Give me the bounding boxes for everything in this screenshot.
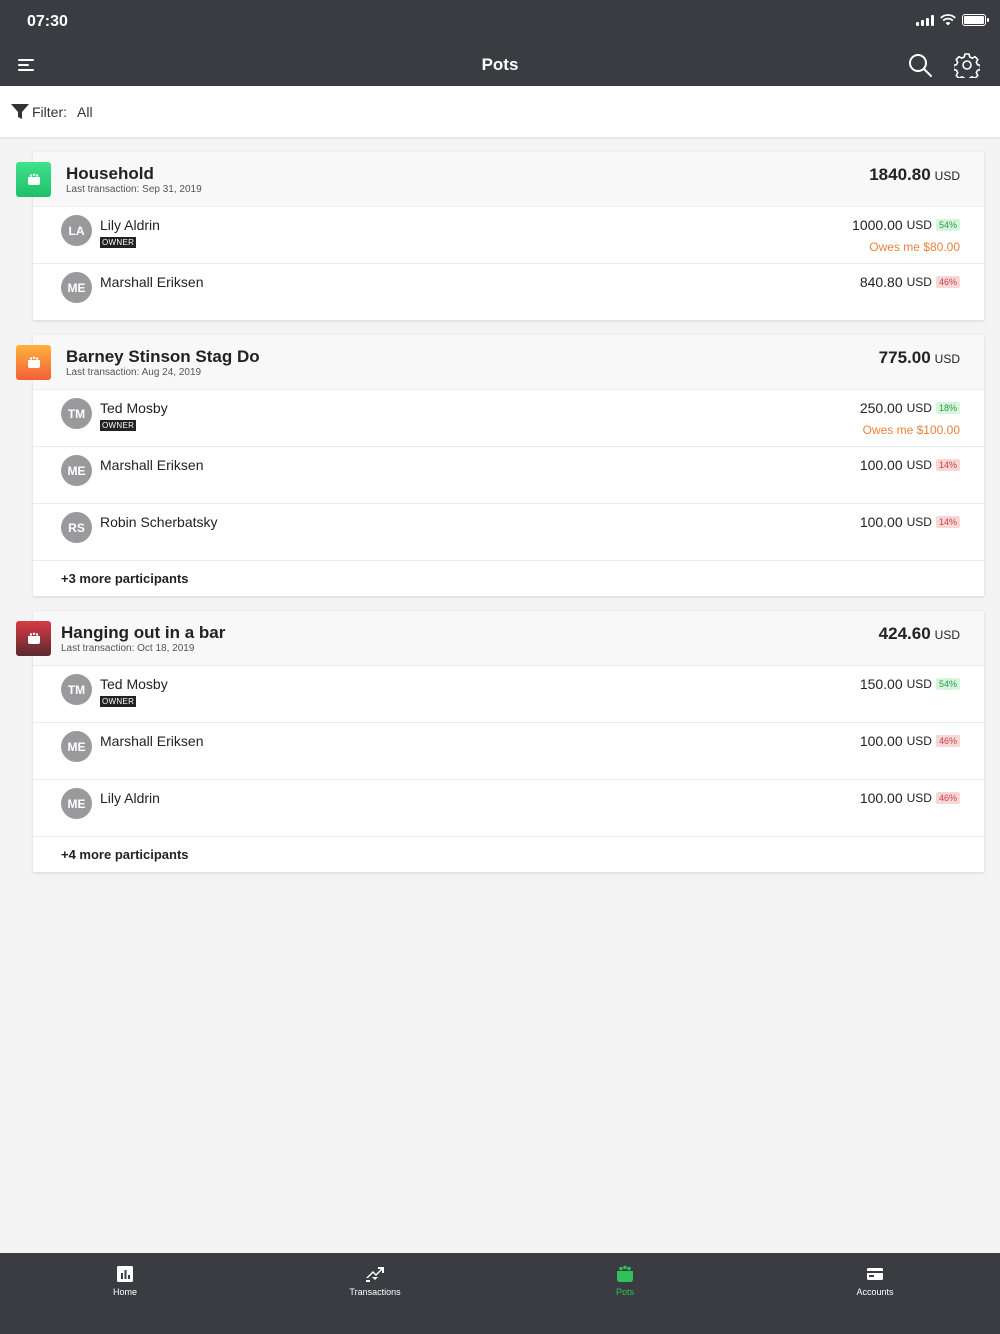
participant-name: Ted Mosby: [100, 676, 168, 692]
percent-badge: 46%: [935, 276, 960, 288]
avatar: TM: [61, 674, 92, 705]
pot-total: 1840.80 USD: [869, 165, 960, 184]
pot-icon: [16, 621, 51, 656]
participant-row[interactable]: LA Lily Aldrin OWNER 1000.00 USD 54% Owes …: [33, 206, 984, 263]
avatar: ME: [61, 455, 92, 486]
more-participants-label: +4 more participants: [61, 847, 189, 862]
tab-label: Accounts: [856, 1287, 894, 1297]
avatar: RS: [61, 512, 92, 543]
pot-last-transaction: Last transaction: Oct 18, 2019: [61, 643, 195, 654]
pot-last-transaction: Last transaction: Sep 31, 2019: [66, 184, 202, 195]
owes-text: Owes me $80.00: [869, 240, 960, 254]
more-participants-label: +3 more participants: [61, 571, 189, 586]
percent-badge: 14%: [935, 516, 960, 528]
status-indicators: [916, 14, 989, 26]
pot-icon: [16, 345, 51, 380]
owes-text: Owes me $100.00: [862, 423, 960, 437]
pot-total: 424.60 USD: [878, 624, 960, 643]
participant-name: Lily Aldrin: [100, 217, 160, 233]
page-title: Pots: [481, 55, 519, 74]
pot-header[interactable]: Barney Stinson Stag Do Last transaction:…: [16, 335, 984, 389]
percent-badge: 54%: [935, 219, 960, 231]
participant-row[interactable]: TM Ted Mosby OWNER 150.00 USD 54%: [33, 665, 984, 722]
participant-amount: 840.80 USD 46%: [860, 274, 960, 290]
owner-badge: OWNER: [100, 420, 137, 431]
status-time: 07:30: [27, 13, 68, 30]
tab-pots[interactable]: Pots: [500, 1253, 750, 1334]
avatar: ME: [61, 788, 92, 819]
participant-row[interactable]: ME Marshall Eriksen 100.00 USD 46%: [33, 722, 984, 779]
participant-name: Marshall Eriksen: [100, 457, 204, 473]
tab-label: Pots: [615, 1287, 634, 1297]
participant-name: Lily Aldrin: [100, 790, 160, 806]
participant-amount: 1000.00 USD 54%: [852, 217, 960, 233]
transfer-icon: [366, 1267, 384, 1282]
cellular-signal-icon: [916, 14, 934, 26]
participant-amount: 100.00 USD 14%: [860, 457, 960, 473]
owner-badge: OWNER: [100, 696, 137, 707]
tab-label: Transactions: [349, 1287, 401, 1297]
pot-name: Hanging out in a bar: [61, 623, 226, 642]
card-icon: [867, 1268, 883, 1280]
filter-icon: [11, 104, 29, 119]
wifi-icon: [940, 14, 956, 26]
pot-name: Household: [66, 164, 154, 183]
owner-badge: OWNER: [100, 237, 137, 248]
participant-amount: 150.00 USD 54%: [860, 676, 960, 692]
participant-row[interactable]: RS Robin Scherbatsky 100.00 USD 14%: [33, 503, 984, 560]
participant-name: Marshall Eriksen: [100, 274, 204, 290]
avatar: ME: [61, 272, 92, 303]
search-icon[interactable]: [907, 52, 933, 78]
participant-row[interactable]: ME Lily Aldrin 100.00 USD 46%: [33, 779, 984, 836]
pot-icon: [617, 1265, 633, 1282]
chart-icon: [117, 1266, 133, 1282]
tab-accounts[interactable]: Accounts: [750, 1253, 1000, 1334]
pot-name: Barney Stinson Stag Do: [66, 347, 260, 366]
participant-row[interactable]: ME Marshall Eriksen 840.80 USD 46%: [33, 263, 984, 320]
percent-badge: 54%: [935, 678, 960, 690]
pot-card: Household Last transaction: Sep 31, 2019…: [16, 152, 984, 320]
percent-badge: 46%: [935, 792, 960, 804]
battery-icon: [962, 14, 989, 26]
participant-row[interactable]: ME Marshall Eriksen 100.00 USD 14%: [33, 446, 984, 503]
participant-row[interactable]: TM Ted Mosby OWNER 250.00 USD 18% Owes me …: [33, 389, 984, 446]
pot-card: Barney Stinson Stag Do Last transaction:…: [16, 335, 984, 596]
pot-total: 775.00 USD: [878, 348, 960, 367]
participant-amount: 100.00 USD 46%: [860, 790, 960, 806]
pot-header[interactable]: Hanging out in a bar Last transaction: O…: [16, 611, 984, 665]
percent-badge: 14%: [935, 459, 960, 471]
percent-badge: 46%: [935, 735, 960, 747]
participant-amount: 100.00 USD 46%: [860, 733, 960, 749]
nav-bar: Pots: [0, 44, 1000, 86]
participant-name: Ted Mosby: [100, 400, 168, 416]
more-participants-link[interactable]: +3 more participants: [33, 560, 984, 596]
gear-icon[interactable]: [954, 52, 980, 78]
avatar: TM: [61, 398, 92, 429]
filter-label: Filter:: [32, 104, 67, 120]
filter-bar[interactable]: Filter: All: [0, 86, 1000, 138]
participant-name: Marshall Eriksen: [100, 733, 204, 749]
pot-card: Hanging out in a bar Last transaction: O…: [16, 611, 984, 872]
more-participants-link[interactable]: +4 more participants: [33, 836, 984, 872]
tab-label: Home: [112, 1287, 137, 1297]
percent-badge: 18%: [935, 402, 960, 414]
participant-amount: 100.00 USD 14%: [860, 514, 960, 530]
tab-transactions[interactable]: Transactions: [250, 1253, 500, 1334]
pot-last-transaction: Last transaction: Aug 24, 2019: [66, 367, 202, 378]
filter-value: All: [77, 104, 93, 120]
tab-home[interactable]: Home: [0, 1253, 250, 1334]
avatar: ME: [61, 731, 92, 762]
status-bar: 07:30: [0, 0, 1000, 44]
tab-bar: Home Transactions Pots Accounts: [0, 1253, 1000, 1334]
pot-icon: [16, 162, 51, 197]
participant-amount: 250.00 USD 18%: [860, 400, 960, 416]
avatar: LA: [61, 215, 92, 246]
pot-header[interactable]: Household Last transaction: Sep 31, 2019…: [16, 152, 984, 206]
participant-name: Robin Scherbatsky: [100, 514, 218, 530]
